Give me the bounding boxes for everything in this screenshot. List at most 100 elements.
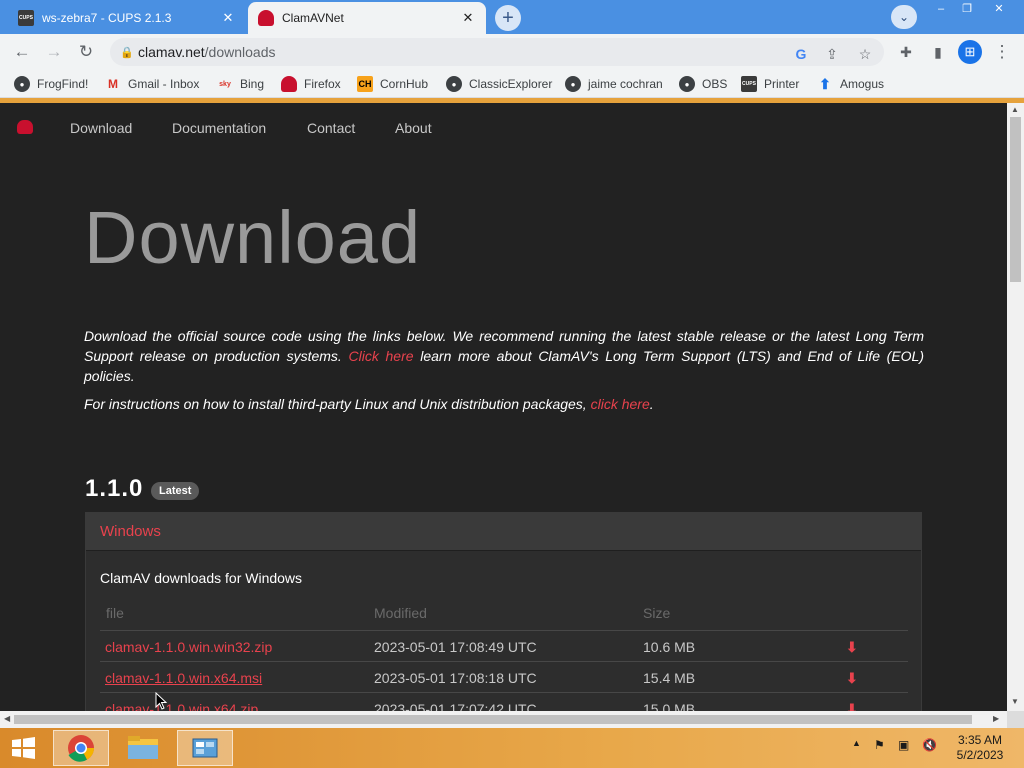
clamav-logo-icon[interactable] xyxy=(17,120,33,134)
new-tab-button[interactable]: + xyxy=(495,5,521,31)
scrollbar-corner xyxy=(1007,711,1024,728)
bookmark-bing[interactable]: sky Bing xyxy=(217,75,264,93)
globe-icon: ● xyxy=(446,76,462,92)
bookmark-printer[interactable]: CUPS Printer xyxy=(741,75,799,93)
close-icon[interactable]: ✕ xyxy=(460,10,476,26)
start-button[interactable] xyxy=(0,730,48,766)
taskbar-control-panel[interactable] xyxy=(177,730,233,766)
url-host: clamav.net xyxy=(138,44,205,60)
bookmark-obs[interactable]: ● OBS xyxy=(679,75,727,93)
browser-tab-strip: CUPS ws-zebra7 - CUPS 2.1.3 ✕ ClamAVNet … xyxy=(0,0,1024,34)
restore-button[interactable]: ❐ xyxy=(954,0,980,18)
nav-download[interactable]: Download xyxy=(70,120,132,136)
table-row: clamav-1.1.0.win.x64.zip 2023-05-01 17:0… xyxy=(100,692,908,711)
scroll-right-icon[interactable]: ▶ xyxy=(993,714,999,723)
browser-toolbar: ← → ↻ 🔒 clamav.net/downloads G ⇪ ☆ ✚ ▮ ⊞… xyxy=(0,34,1024,70)
file-link[interactable]: clamav-1.1.0.win.x64.msi xyxy=(105,670,262,686)
tab-title: ClamAVNet xyxy=(282,11,344,25)
tab-cups[interactable]: CUPS ws-zebra7 - CUPS 2.1.3 ✕ xyxy=(8,2,246,34)
folder-icon xyxy=(128,736,158,759)
third-party-link[interactable]: click here xyxy=(591,396,650,412)
firefox-icon: ● xyxy=(281,76,297,92)
cups-icon: CUPS xyxy=(18,10,34,26)
bookmark-frogfind[interactable]: ● FrogFind! xyxy=(14,75,88,93)
nav-about[interactable]: About xyxy=(395,120,432,136)
panel-title[interactable]: Windows xyxy=(100,523,161,540)
size-cell: 15.0 MB xyxy=(643,701,696,711)
address-bar[interactable]: 🔒 clamav.net/downloads G ⇪ ☆ xyxy=(110,38,884,66)
windows-panel: Windows ClamAV downloads for Windows fil… xyxy=(85,512,922,711)
vertical-scrollbar[interactable]: ▲ ▼ xyxy=(1007,103,1024,711)
taskbar-chrome[interactable] xyxy=(53,730,109,766)
reload-button[interactable]: ↻ xyxy=(74,40,98,64)
menu-icon[interactable]: ⋮ xyxy=(990,40,1014,64)
globe-icon: ● xyxy=(679,76,695,92)
chrome-icon xyxy=(68,735,95,762)
volume-muted-icon[interactable]: 🔇 xyxy=(922,738,937,752)
extensions-icon[interactable]: ✚ xyxy=(894,40,918,64)
action-center-flag-icon[interactable]: ⚑ xyxy=(874,738,885,752)
horizontal-scrollbar[interactable]: ◀ ▶ xyxy=(0,711,1007,728)
nav-contact[interactable]: Contact xyxy=(307,120,355,136)
cups-icon: CUPS xyxy=(741,76,757,92)
third-party-text: For instructions on how to install third… xyxy=(84,396,587,412)
size-cell: 10.6 MB xyxy=(643,639,696,655)
file-link[interactable]: clamav-1.1.0.win.win32.zip xyxy=(105,639,272,655)
control-panel-icon xyxy=(192,738,218,758)
scroll-down-icon[interactable]: ▼ xyxy=(1011,697,1019,706)
taskbar-file-explorer[interactable] xyxy=(115,730,171,766)
bookmark-label: OBS xyxy=(702,77,728,91)
vertical-scroll-thumb[interactable] xyxy=(1010,117,1021,282)
download-arrow-icon[interactable]: ⬇ xyxy=(846,701,858,711)
system-clock[interactable]: 3:35 AM 5/2/2023 xyxy=(950,733,1010,763)
panel-header[interactable]: Windows xyxy=(86,513,921,551)
lts-link[interactable]: Click here xyxy=(349,348,414,364)
minimize-button[interactable]: – xyxy=(928,0,954,18)
scroll-left-icon[interactable]: ◀ xyxy=(4,714,10,723)
side-panel-icon[interactable]: ▮ xyxy=(926,40,950,64)
tab-search-button[interactable]: ⌄ xyxy=(891,5,917,29)
header-modified: Modified xyxy=(374,605,427,621)
table-row: clamav-1.1.0.win.win32.zip 2023-05-01 17… xyxy=(100,630,908,661)
gmail-icon: M xyxy=(108,77,118,91)
size-cell: 15.4 MB xyxy=(643,670,696,686)
bookmark-star-icon[interactable]: ☆ xyxy=(855,44,875,64)
tray-overflow-icon[interactable]: ▲ xyxy=(852,738,861,748)
url-path: /downloads xyxy=(204,44,276,60)
bookmark-label: jaime cochran xyxy=(588,77,663,91)
profile-icon[interactable]: ⊞ xyxy=(958,40,982,64)
window-close-button[interactable]: ✕ xyxy=(984,0,1014,18)
google-lens-icon[interactable]: G xyxy=(791,44,811,64)
forward-button[interactable]: → xyxy=(42,40,66,64)
bookmark-classicexplorer[interactable]: ● ClassicExplorer xyxy=(446,75,552,93)
download-arrow-icon[interactable]: ⬇ xyxy=(846,639,858,656)
page-title: Download xyxy=(84,196,422,279)
bookmark-label: Firefox xyxy=(304,77,341,91)
share-icon[interactable]: ⇪ xyxy=(822,44,842,64)
close-icon[interactable]: ✕ xyxy=(220,10,236,26)
network-icon[interactable]: ▣ xyxy=(898,738,909,752)
modified-cell: 2023-05-01 17:08:18 UTC xyxy=(374,670,537,686)
version-heading: 1.1.0 xyxy=(85,475,144,502)
nav-documentation[interactable]: Documentation xyxy=(172,120,266,136)
bookmark-cornhub[interactable]: CH CornHub xyxy=(357,75,428,93)
scroll-up-icon[interactable]: ▲ xyxy=(1011,105,1019,114)
modified-cell: 2023-05-01 17:08:49 UTC xyxy=(374,639,537,655)
taskbar: ▲ ⚑ ▣ 🔇 3:35 AM 5/2/2023 xyxy=(0,728,1024,768)
header-size: Size xyxy=(643,605,671,621)
bookmarks-bar: ● FrogFind! M Gmail - Inbox sky Bing ● F… xyxy=(0,70,1024,98)
bookmark-label: CornHub xyxy=(380,77,429,91)
clock-date: 5/2/2023 xyxy=(956,748,1004,762)
bookmark-gmail[interactable]: M Gmail - Inbox xyxy=(105,75,199,93)
modified-cell: 2023-05-01 17:07:42 UTC xyxy=(374,701,537,711)
bookmark-amogus[interactable]: ⬆ Amogus xyxy=(817,75,884,93)
globe-icon: ● xyxy=(14,76,30,92)
bookmark-firefox[interactable]: ● Firefox xyxy=(281,75,341,93)
bookmark-jaime-cochran[interactable]: ● jaime cochran xyxy=(565,75,663,93)
horizontal-scroll-thumb[interactable] xyxy=(14,715,972,724)
download-arrow-icon[interactable]: ⬇ xyxy=(846,670,858,687)
tab-clamav[interactable]: ClamAVNet ✕ xyxy=(248,2,486,34)
back-button[interactable]: ← xyxy=(10,40,34,64)
upload-icon: ⬆ xyxy=(819,75,831,92)
file-link[interactable]: clamav-1.1.0.win.x64.zip xyxy=(105,701,258,711)
